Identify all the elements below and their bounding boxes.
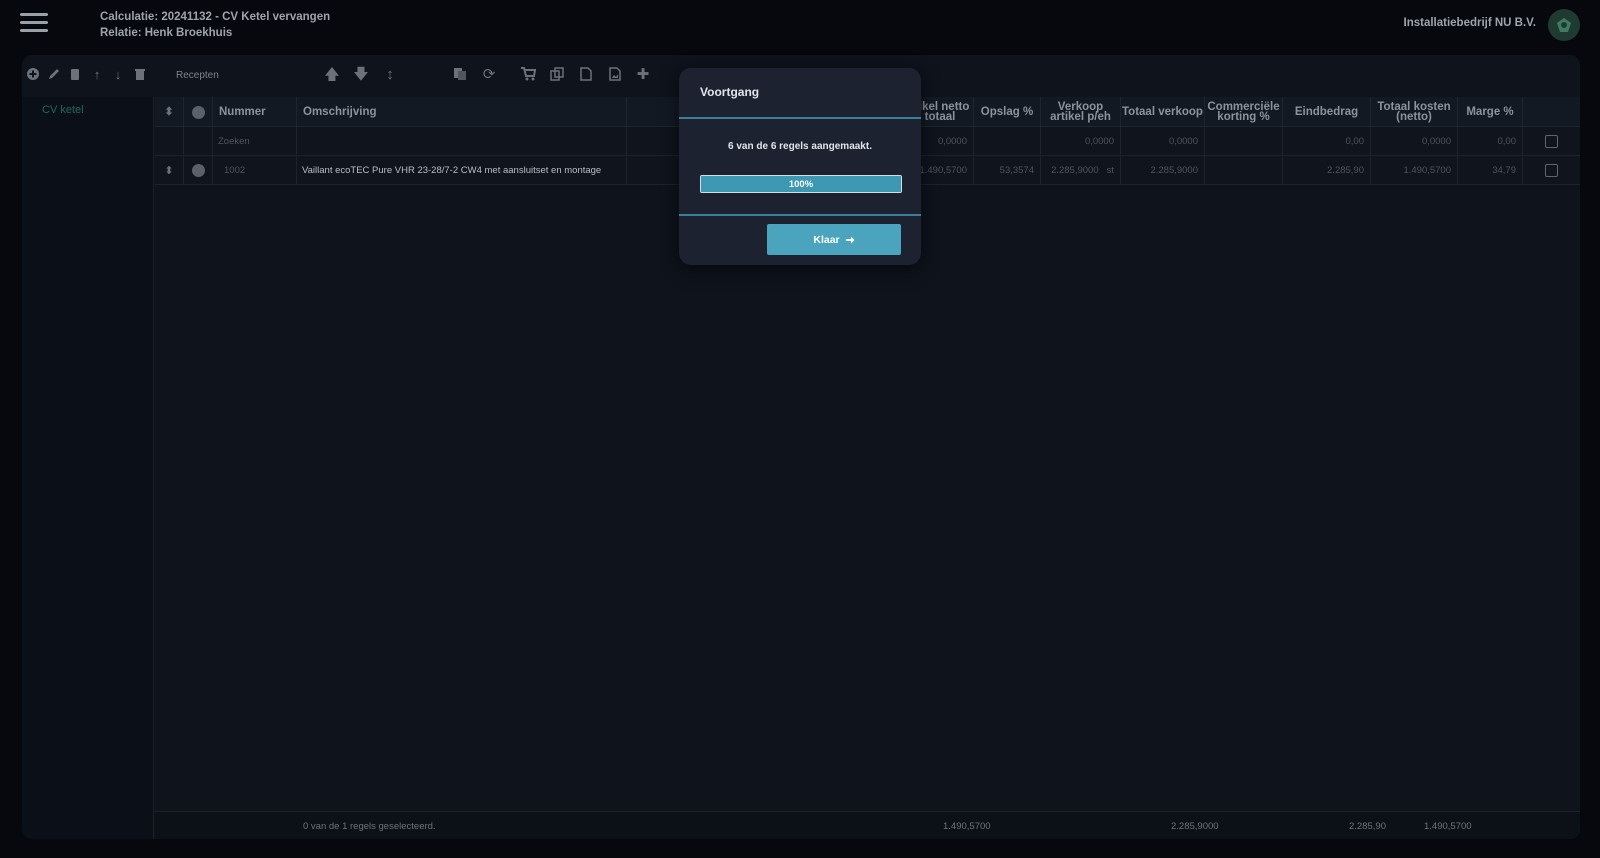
save-icon — [1545, 164, 1558, 177]
search-marge: 0,00 — [1458, 127, 1523, 156]
column-marge[interactable]: Marge % — [1458, 97, 1523, 127]
row-commerciele-korting — [1205, 156, 1283, 185]
footer-eindbedrag: 2.285,90 — [1349, 821, 1386, 832]
recepten-label: Recepten — [176, 70, 219, 81]
sort-icon: ⬍ — [164, 164, 174, 177]
user-badge-icon — [1557, 18, 1571, 32]
row-totaal-kosten: 1.490,5700 — [1371, 156, 1458, 185]
sort-icon: ⬍ — [164, 106, 174, 118]
selection-count: 0 van de 1 regels geselecteerd. — [303, 821, 436, 832]
search-verkoop-artikel: 0,0000 — [1041, 127, 1121, 156]
search-input-nummer[interactable]: Zoeken — [213, 127, 297, 156]
cell-empty — [155, 127, 184, 156]
select-all-icon — [191, 105, 205, 119]
row-omschrijving: Vaillant ecoTEC Pure VHR 23-28/7-2 CW4 m… — [297, 156, 627, 185]
select-column-header[interactable] — [184, 97, 213, 127]
top-bar: Calculatie: 20241132 - CV Ketel vervange… — [0, 0, 1600, 52]
recepten-select[interactable]: Recepten - — [172, 65, 342, 87]
row-opslag: 53,3574 — [974, 156, 1041, 185]
search-eindbedrag: 0,00 — [1283, 127, 1371, 156]
footer-totaal-verkoop: 2.285,9000 — [1171, 821, 1219, 832]
footer-artikel-netto-totaal: 1.490,5700 — [943, 821, 991, 832]
image-icon[interactable] — [607, 67, 623, 83]
row-select[interactable] — [184, 156, 213, 185]
edit-icon[interactable] — [46, 67, 62, 83]
dialog-message: 6 van de 6 regels aangemaakt. — [728, 141, 872, 152]
search-commerciele-korting — [1205, 127, 1283, 156]
search-opslag — [974, 127, 1041, 156]
save-search-button[interactable] — [1523, 127, 1580, 156]
row-eenheid: st — [1106, 165, 1114, 176]
move-up-icon[interactable]: 🡅 — [324, 67, 340, 83]
row-eindbedrag: 2.285,90 — [1283, 156, 1371, 185]
move-vertical-icon[interactable]: ↕ — [382, 67, 398, 83]
column-commerciele-korting[interactable]: Commerciële korting % — [1205, 97, 1283, 127]
progress-fill: 100% — [701, 176, 901, 192]
row-verkoop-artikel: 2.285,9000 st — [1041, 156, 1121, 185]
search-totaal-kosten: 0,0000 — [1371, 127, 1458, 156]
cart-icon[interactable] — [520, 67, 536, 83]
add-icon[interactable] — [25, 67, 41, 83]
arrow-right-icon — [845, 236, 855, 243]
table-footer: 0 van de 1 regels geselecteerd. 1.490,57… — [155, 811, 1580, 839]
arrow-up-icon[interactable]: ↑ — [89, 67, 105, 83]
save-icon — [1545, 135, 1558, 148]
document-icon[interactable] — [578, 67, 594, 83]
column-totaal-verkoop[interactable]: Totaal verkoop — [1121, 97, 1205, 127]
sidebar: CV ketel — [22, 97, 154, 839]
footer-totaal-kosten: 1.490,5700 — [1424, 821, 1472, 832]
klaar-button[interactable]: Klaar — [767, 224, 901, 255]
relatie-subtitle: Relatie: Henk Broekhuis — [100, 27, 233, 39]
row-verkoop-value: 2.285,9000 — [1051, 165, 1099, 176]
sidebar-item-cv-ketel[interactable]: CV ketel — [42, 104, 84, 116]
column-omschrijving[interactable]: Omschrijving — [297, 97, 627, 127]
row-totaal-verkoop: 2.285,9000 — [1121, 156, 1205, 185]
row-select-icon — [191, 164, 205, 177]
column-verkoop-artikel[interactable]: Verkoop artikel p/eh — [1041, 97, 1121, 127]
column-nummer[interactable]: Nummer — [213, 97, 297, 127]
menu-icon[interactable] — [20, 13, 48, 35]
copy-icon[interactable] — [67, 67, 83, 83]
column-totaal-kosten[interactable]: Totaal kosten (netto) — [1371, 97, 1458, 127]
calculatie-title: Calculatie: 20241132 - CV Ketel vervange… — [100, 11, 331, 23]
progress-dialog: Voortgang 6 van de 6 regels aangemaakt. … — [679, 68, 921, 265]
duplicate-icon[interactable] — [549, 67, 565, 83]
paste-icon[interactable] — [452, 67, 468, 83]
row-marge: 34,79 — [1458, 156, 1523, 185]
search-input-omschrijving[interactable] — [297, 127, 627, 156]
avatar[interactable] — [1548, 9, 1580, 41]
column-actions — [1523, 97, 1580, 127]
dialog-divider — [679, 214, 921, 216]
dialog-title: Voortgang — [700, 85, 760, 99]
row-save-button[interactable] — [1523, 156, 1580, 185]
sort-column-header[interactable]: ⬍ — [155, 97, 184, 127]
move-down-icon[interactable]: 🡇 — [353, 67, 369, 83]
drag-handle[interactable]: ⬍ — [155, 156, 184, 185]
refresh-icon[interactable]: ⟳ — [481, 67, 497, 83]
search-totaal-verkoop: 0,0000 — [1121, 127, 1205, 156]
dialog-divider — [679, 117, 921, 119]
column-opslag[interactable]: Opslag % — [974, 97, 1041, 127]
cell-empty — [184, 127, 213, 156]
puzzle-icon[interactable]: ✚ — [635, 67, 651, 83]
row-nummer: 1002 — [213, 156, 297, 185]
column-eindbedrag[interactable]: Eindbedrag — [1283, 97, 1371, 127]
page-title: Calculatie: 20241132 - CV Ketel vervange… — [100, 9, 330, 41]
arrow-down-icon[interactable]: ↓ — [110, 67, 126, 83]
progress-bar: 100% — [700, 175, 902, 193]
trash-icon[interactable] — [132, 67, 148, 83]
company-name: Installatiebedrijf NU B.V. — [1403, 17, 1537, 29]
klaar-label: Klaar — [813, 233, 840, 246]
